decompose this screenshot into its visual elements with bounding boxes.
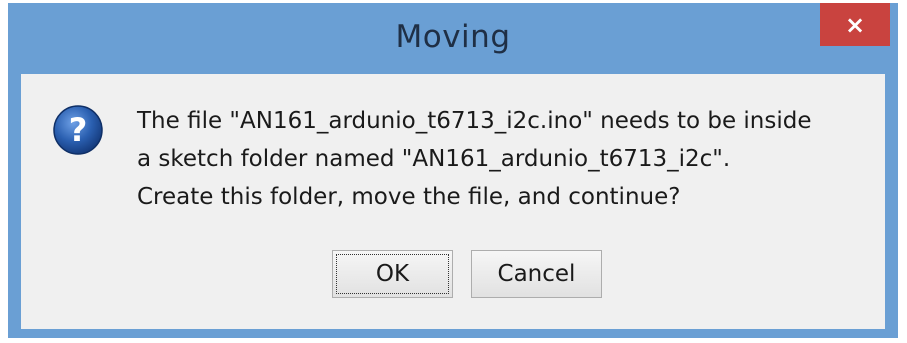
message-line: The file "AN161_ardunio_t6713_i2c.ino" n… bbox=[137, 108, 812, 134]
message-line: Create this folder, move the file, and c… bbox=[137, 184, 681, 210]
svg-text:?: ? bbox=[69, 111, 88, 149]
dialog-title: Moving bbox=[395, 19, 511, 55]
ok-button[interactable]: OK bbox=[332, 250, 453, 298]
dialog-window: Moving × ? The file "AN161_ardunio_t6713… bbox=[8, 3, 898, 338]
title-bar[interactable]: Moving × bbox=[8, 3, 898, 73]
question-icon: ? bbox=[53, 105, 103, 155]
close-button[interactable]: × bbox=[820, 3, 890, 46]
dialog-body: ? The file "AN161_ardunio_t6713_i2c.ino"… bbox=[21, 74, 885, 329]
focus-ring bbox=[336, 254, 449, 294]
message-line: a sketch folder named "AN161_ardunio_t67… bbox=[137, 146, 731, 172]
cancel-button[interactable]: Cancel bbox=[471, 250, 602, 298]
cancel-button-label: Cancel bbox=[497, 261, 576, 287]
dialog-message: The file "AN161_ardunio_t6713_i2c.ino" n… bbox=[137, 102, 877, 216]
close-icon: × bbox=[844, 10, 866, 39]
